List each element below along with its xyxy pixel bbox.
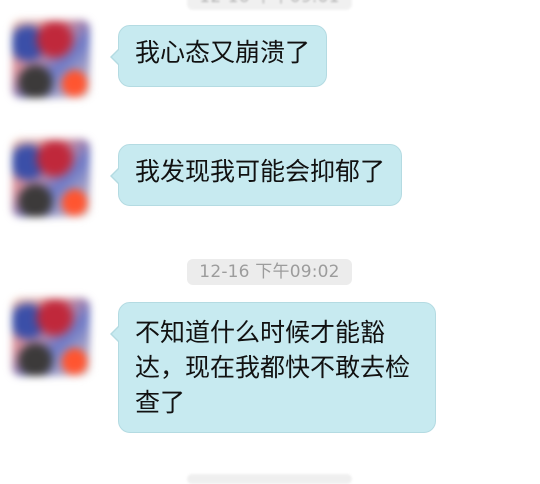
message-bubble[interactable]: 不知道什么时候才能豁达，现在我都快不敢去检查了 bbox=[110, 302, 436, 433]
timestamp: 12-16 下午09:02 bbox=[187, 259, 352, 285]
message-bubble[interactable]: 我发现我可能会抑郁了 bbox=[109, 144, 403, 206]
message-text: 不知道什么时候才能豁达，现在我都快不敢去检查了 bbox=[135, 318, 411, 417]
avatar-badge-icon bbox=[64, 348, 86, 370]
avatar[interactable] bbox=[12, 139, 90, 217]
message-text: 我心态又崩溃了 bbox=[135, 38, 311, 67]
avatar[interactable] bbox=[12, 298, 90, 376]
chat-area: 12-16 下午09:01 我心态又崩溃了 我发现我可能会抑郁了 12-16 下… bbox=[0, 0, 540, 484]
message-text: 我发现我可能会抑郁了 bbox=[135, 157, 386, 186]
timestamp-bottom bbox=[187, 474, 352, 484]
message-bubble[interactable]: 我心态又崩溃了 bbox=[109, 25, 328, 87]
avatar-badge-icon bbox=[64, 70, 86, 92]
avatar-badge-icon bbox=[64, 189, 86, 211]
avatar[interactable] bbox=[12, 20, 90, 98]
timestamp-top: 12-16 下午09:01 bbox=[187, 0, 352, 10]
